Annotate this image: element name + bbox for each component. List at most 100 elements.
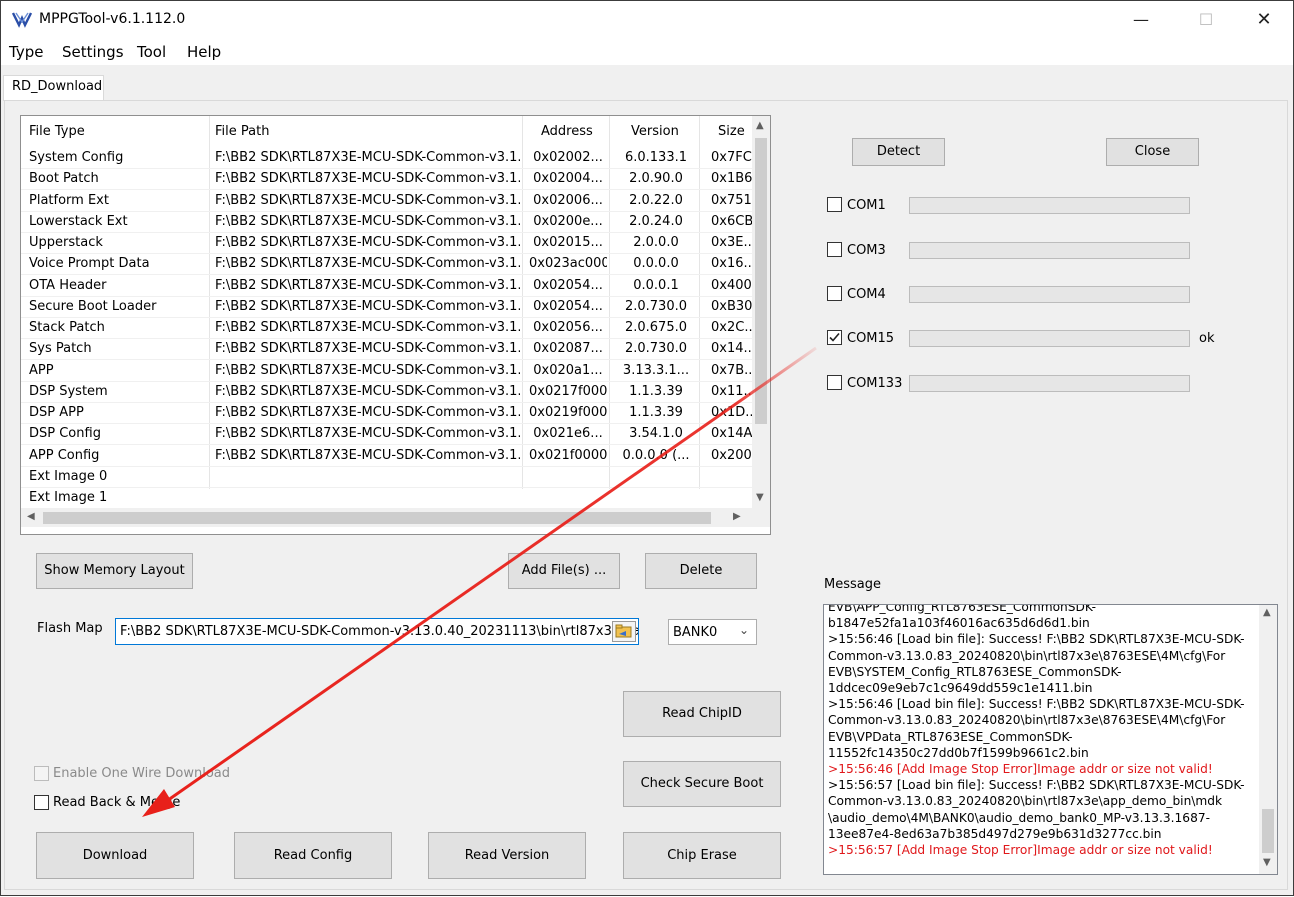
read-config-button[interactable]: Read Config: [234, 832, 392, 879]
table-row[interactable]: APP F:\BB2 SDK\RTL87X3E-MCU-SDK-Common-v3…: [21, 361, 756, 382]
com-port-progress-bar: [909, 286, 1190, 303]
message-line: b1847e52fa1a103f46016ac635d6d6d1.bin: [828, 616, 1090, 631]
com-port-checkbox[interactable]: [827, 375, 842, 390]
column-file-type[interactable]: File Type: [29, 124, 85, 139]
table-row[interactable]: Sys Patch F:\BB2 SDK\RTL87X3E-MCU-SDK-Com…: [21, 339, 756, 361]
check-secure-boot-button[interactable]: Check Secure Boot: [623, 761, 781, 807]
table-row[interactable]: Secure Boot Loader F:\BB2 SDK\RTL87X3E-MC…: [21, 297, 753, 318]
message-log[interactable]: EVB\APP_Config_RTL8763ESE_CommonSDK-b184…: [823, 604, 1278, 875]
maximize-button[interactable]: ☐: [1183, 5, 1229, 35]
show-memory-layout-button[interactable]: Show Memory Layout: [36, 553, 193, 589]
table-cell: DSP Config: [29, 426, 101, 442]
folder-icon: [615, 624, 632, 638]
detect-button[interactable]: Detect: [852, 138, 945, 166]
message-scrollbar[interactable]: ▲ ▼: [1259, 605, 1277, 874]
scroll-thumb[interactable]: [755, 138, 767, 424]
table-row[interactable]: Voice Prompt Data F:\BB2 SDK\RTL87X3E-MCU…: [21, 254, 756, 276]
window-close-button[interactable]: ✕: [1241, 5, 1287, 35]
com-port-checkbox[interactable]: [827, 242, 842, 257]
menu-settings[interactable]: Settings: [62, 43, 124, 61]
table-cell: 2.0.90.0: [629, 171, 683, 187]
checkmark-icon: [829, 332, 840, 342]
table-cell: 3.54.1.0: [629, 426, 683, 442]
add-files-button[interactable]: Add File(s) ...: [508, 553, 620, 589]
menu-tool[interactable]: Tool: [137, 43, 166, 61]
table-cell: 0x3E...: [711, 235, 756, 250]
table-cell: 0x02054...: [533, 277, 603, 293]
table-row[interactable]: System Config F:\BB2 SDK\RTL87X3E-MCU-SDK…: [21, 148, 753, 169]
com-port-progress-bar: [909, 242, 1190, 259]
table-row[interactable]: Stack Patch F:\BB2 SDK\RTL87X3E-MCU-SDK-C…: [21, 318, 756, 339]
table-cell: F:\BB2 SDK\RTL87X3E-MCU-SDK-Common-v3.1.…: [215, 447, 520, 463]
com-port-label: COM15: [847, 331, 895, 346]
scroll-down-icon[interactable]: ▼: [1263, 857, 1271, 868]
scroll-down-icon[interactable]: ▼: [756, 492, 764, 503]
column-file-path[interactable]: File Path: [215, 124, 269, 139]
read-back-merge-checkbox[interactable]: [34, 795, 49, 810]
table-cell: F:\BB2 SDK\RTL87X3E-MCU-SDK-Common-v3.1.…: [215, 235, 520, 250]
table-cell: Platform Ext: [29, 192, 109, 208]
scroll-right-icon[interactable]: ▶: [733, 511, 741, 522]
table-cell: 0x400: [711, 277, 752, 293]
table-row[interactable]: OTA Header F:\BB2 SDK\RTL87X3E-MCU-SDK-Co…: [21, 276, 753, 297]
com-port-checkbox[interactable]: [827, 330, 842, 345]
table-cell: 0x11...: [711, 383, 756, 399]
download-button[interactable]: Download: [36, 832, 194, 879]
table-cell: 0x7FC: [711, 150, 752, 165]
table-cell: 0x1D...: [711, 405, 756, 420]
read-chipid-button[interactable]: Read ChipID: [623, 691, 781, 737]
read-version-button[interactable]: Read Version: [428, 832, 586, 879]
menu-help[interactable]: Help: [187, 43, 221, 61]
file-list-vertical-scrollbar[interactable]: ▲ ▼: [752, 116, 770, 509]
scroll-thumb[interactable]: [1262, 809, 1274, 853]
column-version[interactable]: Version: [631, 124, 679, 139]
table-row[interactable]: Ext Image 1: [21, 488, 753, 509]
message-error-line: >15:56:46 [Add Image Stop Error]Image ad…: [828, 762, 1213, 776]
menu-type[interactable]: Type: [9, 43, 43, 61]
file-list-horizontal-scrollbar[interactable]: ◀ ▶: [21, 509, 770, 527]
table-cell: F:\BB2 SDK\RTL87X3E-MCU-SDK-Common-v3.1.…: [215, 298, 520, 314]
table-cell: 0x02015...: [533, 235, 603, 250]
chip-erase-button[interactable]: Chip Erase: [623, 832, 781, 879]
table-row[interactable]: APP Config F:\BB2 SDK\RTL87X3E-MCU-SDK-Co…: [21, 446, 756, 467]
table-cell: 0x02087...: [533, 341, 603, 357]
file-list[interactable]: File Type File Path Address Version Size…: [20, 115, 771, 535]
table-cell: Stack Patch: [29, 320, 105, 335]
minimize-button[interactable]: —: [1118, 5, 1164, 35]
table-cell: 0x02056...: [533, 320, 603, 335]
table-row[interactable]: Platform Ext F:\BB2 SDK\RTL87X3E-MCU-SDK-…: [21, 191, 756, 212]
table-cell: F:\BB2 SDK\RTL87X3E-MCU-SDK-Common-v3.1.…: [215, 362, 520, 378]
flash-map-label: Flash Map: [37, 621, 103, 636]
scroll-thumb[interactable]: [43, 512, 711, 524]
enable-one-wire-checkbox[interactable]: [34, 766, 49, 781]
close-button[interactable]: Close: [1106, 138, 1199, 166]
table-row[interactable]: DSP System F:\BB2 SDK\RTL87X3E-MCU-SDK-Co…: [21, 382, 756, 403]
table-row[interactable]: Boot Patch F:\BB2 SDK\RTL87X3E-MCU-SDK-Co…: [21, 169, 756, 191]
table-cell: F:\BB2 SDK\RTL87X3E-MCU-SDK-Common-v3.1.…: [215, 277, 520, 293]
flash-map-path-field[interactable]: F:\BB2 SDK\RTL87X3E-MCU-SDK-Common-v3.13…: [115, 618, 639, 645]
column-size[interactable]: Size: [718, 124, 745, 139]
table-cell: 0.0.0.0: [633, 256, 679, 272]
scroll-up-icon[interactable]: ▲: [1263, 607, 1271, 618]
table-row[interactable]: DSP APP F:\BB2 SDK\RTL87X3E-MCU-SDK-Commo…: [21, 403, 756, 424]
table-cell: 2.0.730.0: [624, 341, 688, 357]
column-address[interactable]: Address: [541, 124, 593, 139]
table-row[interactable]: Ext Image 0: [21, 467, 753, 488]
table-cell: 0x0219f000: [529, 405, 607, 420]
scroll-left-icon[interactable]: ◀: [27, 511, 35, 522]
table-row[interactable]: Lowerstack Ext F:\BB2 SDK\RTL87X3E-MCU-SD…: [21, 212, 756, 233]
com-port-checkbox[interactable]: [827, 286, 842, 301]
tab-rd-download[interactable]: RD_Download: [3, 75, 104, 101]
com-port-progress-bar: [909, 330, 1190, 347]
browse-button[interactable]: [612, 621, 636, 642]
com-port-checkbox[interactable]: [827, 197, 842, 212]
table-row[interactable]: DSP Config F:\BB2 SDK\RTL87X3E-MCU-SDK-Co…: [21, 424, 756, 446]
table-cell: Lowerstack Ext: [29, 213, 128, 229]
table-cell: DSP APP: [29, 405, 84, 420]
app-window: MPPGTool-v6.1.112.0 — ☐ ✕ Type Settings …: [0, 0, 1294, 896]
table-row[interactable]: Upperstack F:\BB2 SDK\RTL87X3E-MCU-SDK-Co…: [21, 233, 756, 254]
bank-select[interactable]: BANK0 ⌄: [668, 619, 757, 645]
delete-button[interactable]: Delete: [645, 553, 757, 589]
scroll-up-icon[interactable]: ▲: [756, 120, 764, 131]
message-line: EVB\SYSTEM_Config_RTL8763ESE_CommonSDK-: [828, 664, 1122, 679]
